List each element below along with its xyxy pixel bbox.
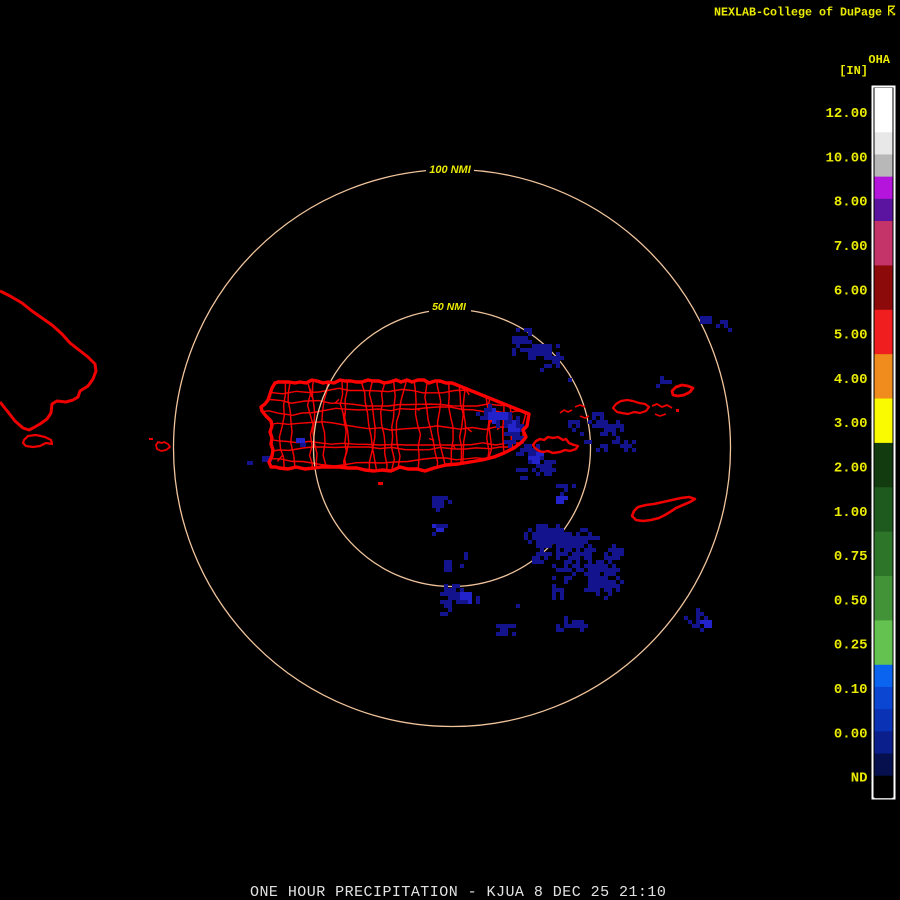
svg-text:[IN]: [IN] — [839, 64, 868, 78]
svg-text:ND: ND — [851, 771, 868, 787]
svg-text:50 NMI: 50 NMI — [432, 301, 467, 313]
svg-text:5.00: 5.00 — [834, 328, 868, 344]
svg-text:8.00: 8.00 — [834, 195, 868, 211]
svg-text:12.00: 12.00 — [825, 106, 867, 122]
svg-text:0.75: 0.75 — [834, 549, 868, 565]
svg-text:0.50: 0.50 — [834, 593, 868, 609]
svg-text:6.00: 6.00 — [834, 283, 868, 299]
svg-text:2.00: 2.00 — [834, 461, 868, 477]
svg-text:3.00: 3.00 — [834, 416, 868, 432]
svg-text:ONE HOUR PRECIPITATION - KJUA: ONE HOUR PRECIPITATION - KJUA 8 DEC 25 2… — [250, 884, 666, 900]
svg-text:10.00: 10.00 — [825, 150, 867, 166]
svg-text:7.00: 7.00 — [834, 239, 868, 255]
svg-text:4.00: 4.00 — [834, 372, 868, 388]
svg-text:OHA: OHA — [868, 53, 890, 67]
svg-text:NEXLAB-College of DuPage: NEXLAB-College of DuPage — [714, 6, 882, 20]
svg-text:100 NMI: 100 NMI — [429, 164, 472, 176]
svg-text:1.00: 1.00 — [834, 505, 868, 521]
svg-text:0.00: 0.00 — [834, 726, 868, 742]
svg-text:0.25: 0.25 — [834, 638, 868, 654]
svg-text:0.10: 0.10 — [834, 682, 868, 698]
